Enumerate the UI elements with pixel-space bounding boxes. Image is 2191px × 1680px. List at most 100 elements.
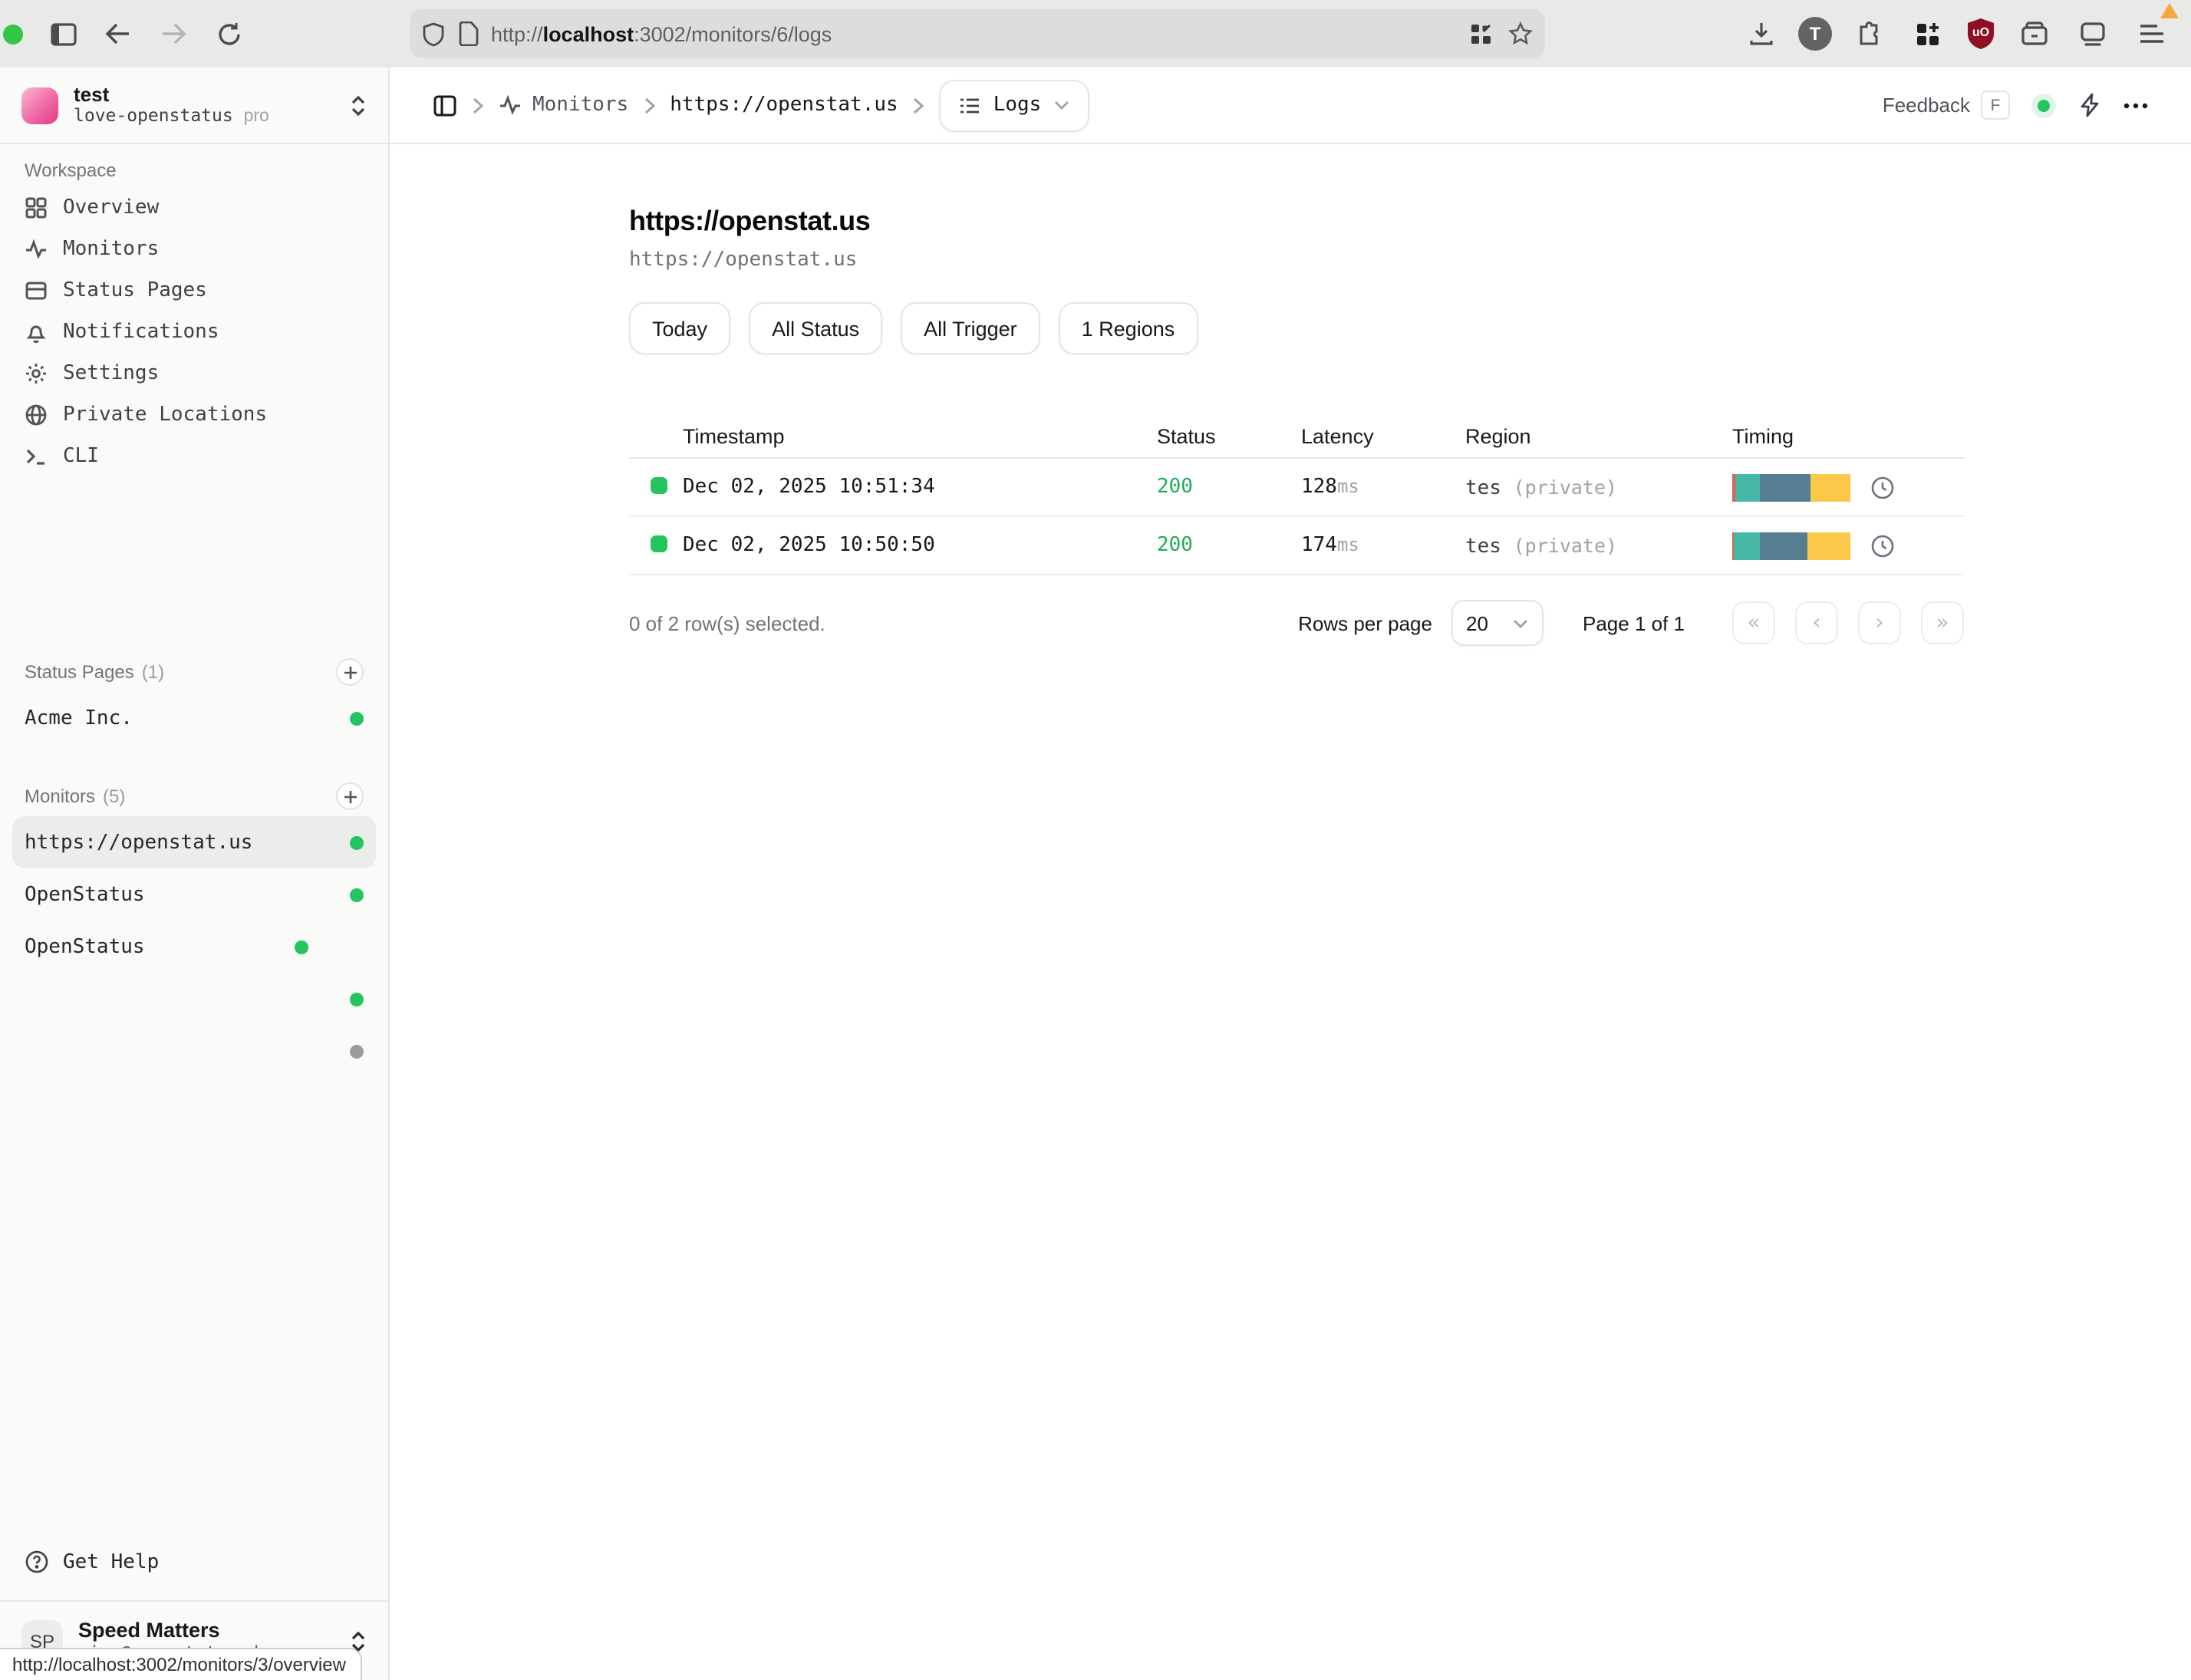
monitors-section-label: Monitors(5) — [0, 773, 388, 816]
filter-trigger-button[interactable]: All Trigger — [901, 302, 1040, 354]
url-bar[interactable]: http://localhost:3002/monitors/6/logs — [410, 9, 1545, 58]
clock-icon[interactable] — [1870, 533, 1895, 558]
cell-region: tes (private) — [1465, 475, 1732, 499]
logs-page: https://openstat.us https://openstat.us … — [390, 144, 2191, 1680]
chevron-right-icon — [642, 96, 656, 114]
filter-date-button[interactable]: Today — [629, 302, 730, 354]
link-status-tooltip: http://localhost:3002/monitors/3/overvie… — [0, 1648, 363, 1680]
get-help-link[interactable]: Get Help — [0, 1539, 388, 1585]
clock-icon[interactable] — [1870, 475, 1895, 499]
extensions-grid-icon[interactable] — [1906, 12, 1949, 55]
monitor-item-openstatus-1[interactable]: OpenStatus — [12, 868, 376, 921]
filter-bar: Today All Status All Trigger 1 Regions — [629, 302, 1964, 354]
breadcrumb-monitor-name[interactable]: https://openstat.us — [670, 94, 898, 117]
traffic-light-green[interactable] — [3, 24, 23, 44]
add-status-page-button[interactable] — [336, 658, 364, 686]
last-page-button[interactable]: » — [1921, 601, 1964, 644]
add-monitor-button[interactable] — [336, 782, 364, 810]
sidebar-item-settings[interactable]: Settings — [0, 353, 388, 394]
rows-per-page-label: Rows per page — [1298, 611, 1432, 634]
col-header-timestamp[interactable]: Timestamp — [683, 425, 1157, 448]
sidebar-item-private-locations[interactable]: Private Locations — [0, 394, 388, 436]
container-tabs-icon[interactable] — [2013, 12, 2056, 55]
forward-button[interactable] — [152, 12, 195, 55]
workspace-switcher[interactable]: test love-openstatus pro — [0, 68, 388, 144]
status-dot-green — [350, 888, 364, 901]
col-header-latency[interactable]: Latency — [1301, 425, 1465, 448]
more-options-icon[interactable] — [2123, 102, 2148, 108]
previous-page-button[interactable]: ‹ — [1795, 601, 1838, 644]
container-grid-icon[interactable] — [1470, 22, 1493, 45]
breadcrumb-monitors[interactable]: Monitors — [499, 94, 628, 117]
lightning-icon[interactable] — [2077, 92, 2102, 118]
monitor-item-openstatus-2[interactable]: OpenStatus — [12, 921, 376, 973]
sidebar-item-monitors[interactable]: Monitors — [0, 229, 388, 270]
status-dot-green — [295, 940, 308, 954]
col-header-region[interactable]: Region — [1465, 425, 1732, 448]
app-menu-icon[interactable] — [2130, 12, 2173, 55]
filter-status-button[interactable]: All Status — [749, 302, 882, 354]
col-header-status[interactable]: Status — [1157, 425, 1301, 448]
sidebar: test love-openstatus pro Workspace — [0, 68, 390, 1680]
page-info-icon[interactable] — [459, 21, 479, 46]
screen: http://localhost:3002/monitors/6/logs — [0, 0, 2191, 1680]
status-page-item-acme[interactable]: Acme Inc. — [12, 692, 376, 744]
browser-toolbar: http://localhost:3002/monitors/6/logs — [0, 0, 2191, 69]
monitor-item-openstat[interactable]: https://openstat.us — [12, 816, 376, 868]
page-info: Page 1 of 1 — [1583, 611, 1685, 634]
cell-timing — [1732, 473, 1964, 501]
pagination-bar: 0 of 2 row(s) selected. Rows per page 20… — [629, 600, 1964, 646]
user-name: Speed Matters — [78, 1620, 280, 1643]
cell-status: 200 — [1157, 476, 1301, 499]
device-screen-icon[interactable] — [2071, 12, 2114, 55]
svg-text:uO: uO — [1972, 26, 1989, 39]
row-status-square[interactable] — [651, 477, 667, 494]
update-badge — [2160, 3, 2179, 18]
panel-icon — [25, 278, 49, 303]
row-status-square[interactable] — [651, 535, 667, 552]
status-pages-section-label: Status Pages(1) — [0, 649, 388, 692]
chevron-right-icon — [471, 96, 485, 114]
sidebar-item-status-pages[interactable]: Status Pages — [0, 270, 388, 311]
back-button[interactable] — [97, 12, 140, 55]
sidebar-collapse-icon[interactable] — [433, 93, 457, 117]
workspace-name: test — [74, 84, 269, 105]
downloads-icon[interactable] — [1740, 12, 1783, 55]
list-rows-icon — [960, 96, 981, 114]
overview-grid-icon — [25, 196, 49, 220]
shield-icon[interactable] — [422, 21, 445, 47]
cell-status: 200 — [1157, 534, 1301, 557]
timing-bar — [1732, 532, 1850, 559]
sidebar-item-notifications[interactable]: Notifications — [0, 311, 388, 353]
next-page-button[interactable]: › — [1858, 601, 1901, 644]
bookmark-star-icon[interactable] — [1508, 21, 1533, 46]
col-header-timing[interactable]: Timing — [1732, 425, 1964, 448]
url-text[interactable]: http://localhost:3002/monitors/6/logs — [491, 22, 832, 45]
bell-icon — [25, 320, 49, 344]
filter-regions-button[interactable]: 1 Regions — [1059, 302, 1198, 354]
chevron-right-icon — [912, 96, 926, 114]
logs-dropdown-button[interactable]: Logs — [940, 79, 1089, 131]
puzzle-extension-icon[interactable] — [1847, 12, 1890, 55]
status-dot-green — [350, 835, 364, 849]
table-row[interactable]: Dec 02, 2025 10:50:50 200 174ms tes (pri… — [629, 517, 1964, 575]
activity-icon — [499, 94, 522, 117]
sidebar-item-cli[interactable]: CLI — [0, 436, 388, 477]
reload-button[interactable] — [207, 12, 250, 55]
globe-icon — [25, 403, 49, 427]
cell-timing — [1732, 532, 1964, 559]
first-page-button[interactable]: « — [1732, 601, 1775, 644]
feedback-shortcut-badge: F — [1981, 91, 2010, 120]
extension-t-icon[interactable]: T — [1798, 17, 1832, 51]
sidebar-item-overview[interactable]: Overview — [0, 187, 388, 229]
terminal-icon — [25, 444, 49, 469]
table-row[interactable]: Dec 02, 2025 10:51:34 200 128ms tes (pri… — [629, 459, 1964, 517]
monitor-item-unnamed-2[interactable] — [12, 1025, 376, 1077]
ublock-shield-icon[interactable]: uO — [1964, 15, 1998, 52]
activity-icon — [25, 237, 49, 262]
status-dot-gray — [350, 1044, 364, 1058]
browser-sidebar-toggle-icon[interactable] — [41, 12, 84, 55]
rows-per-page-select[interactable]: 20 — [1451, 600, 1543, 646]
monitor-item-unnamed-1[interactable] — [12, 973, 376, 1025]
feedback-button[interactable]: Feedback F — [1883, 91, 2010, 120]
